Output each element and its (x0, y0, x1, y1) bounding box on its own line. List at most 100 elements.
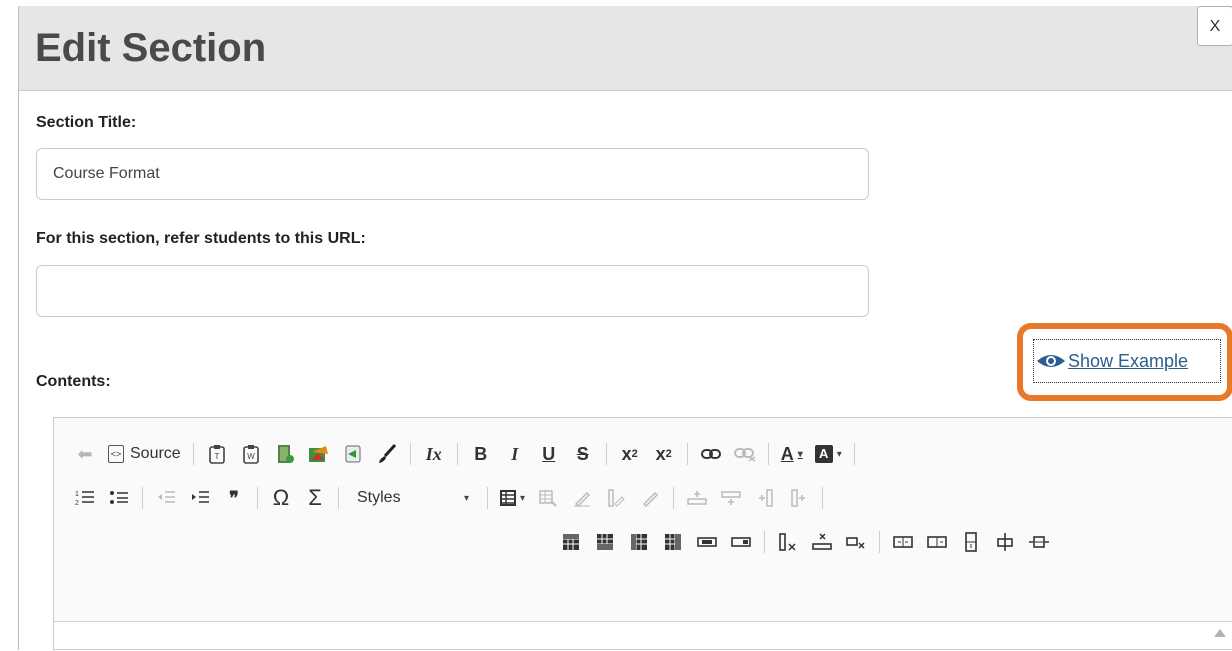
column-edit-icon (608, 489, 625, 507)
merge-down-icon (927, 536, 947, 548)
insert-cell-icon (1029, 536, 1049, 548)
text-color-glyph: A (780, 443, 794, 464)
show-example-label: Show Example (1068, 350, 1189, 371)
insert-column-icon (791, 489, 806, 507)
section-title-input[interactable] (36, 148, 869, 200)
table-col-icon (631, 534, 647, 550)
rich-text-editor: ⬅ <> Source T W Ix B I U S x 2 x 2 A ▾ A… (53, 417, 1232, 650)
chevron-down-icon: ▾ (797, 448, 803, 460)
underline-button[interactable]: U (536, 440, 562, 468)
delete-cell-icon (846, 537, 865, 549)
paste-word-button[interactable]: W (238, 440, 264, 468)
special-character-button[interactable]: Ω (268, 484, 294, 512)
insert-column-after-button[interactable] (786, 484, 812, 512)
insert-image-button[interactable] (306, 440, 332, 468)
italic-button[interactable]: I (502, 440, 528, 468)
eye-icon (1037, 355, 1065, 367)
split-vertical-button[interactable] (958, 528, 984, 556)
merge-cells-button[interactable] (694, 528, 720, 556)
toolbar-separator (142, 487, 143, 509)
delete-row-button[interactable] (809, 528, 835, 556)
superscript-mark: 2 (665, 448, 672, 460)
styles-label: Styles (357, 489, 401, 506)
insert-row-before-button[interactable] (684, 484, 710, 512)
contents-label: Contents: (36, 373, 111, 390)
superscript-glyph: x (655, 443, 666, 464)
unlink-icon (733, 448, 756, 462)
table-button[interactable]: ▾ (498, 484, 527, 512)
scroll-up-arrow-icon[interactable] (1214, 629, 1226, 637)
table-row-icon (597, 534, 613, 550)
dialog-header: Edit Section X (19, 6, 1232, 91)
show-example-link[interactable]: Show Example (1033, 339, 1221, 383)
table-row-icon (563, 534, 579, 550)
editor-toolbar: ⬅ <> Source T W Ix B I U S x 2 x 2 A ▾ A… (54, 418, 1232, 622)
split-horizontal-icon (997, 533, 1013, 551)
insert-row-below-button[interactable] (592, 528, 618, 556)
source-icon: <> (108, 445, 124, 463)
media-icon (277, 445, 294, 463)
bulleted-list-button[interactable] (106, 484, 132, 512)
chevron-down-icon: ▾ (463, 492, 469, 504)
toolbar-separator (456, 443, 458, 465)
chevron-down-icon: ▾ (520, 492, 526, 504)
unlink-button[interactable] (732, 440, 758, 468)
split-cells-button[interactable] (728, 528, 754, 556)
link-icon (700, 449, 721, 459)
insert-row-after-button[interactable] (718, 484, 744, 512)
background-color-button[interactable]: A ▾ (813, 440, 844, 468)
undo-button[interactable]: ⬅ (72, 440, 98, 468)
text-color-button[interactable]: A ▾ (779, 440, 805, 468)
cell-properties-button[interactable] (569, 484, 595, 512)
insert-row-above-button[interactable] (558, 528, 584, 556)
embed-button[interactable] (340, 440, 366, 468)
strikethrough-button[interactable]: S (570, 440, 596, 468)
blockquote-button[interactable]: ❞ (221, 484, 247, 512)
source-button[interactable]: <> Source (106, 440, 183, 468)
format-painter-button[interactable] (374, 440, 400, 468)
edit-section-dialog: Edit Section X Section Title: For this s… (18, 6, 1232, 650)
toolbar-row-2: 12 ❞ Ω Σ Styles ▾ ▾ (68, 482, 829, 514)
column-properties-button[interactable] (603, 484, 629, 512)
link-button[interactable] (698, 440, 724, 468)
table-properties-button[interactable] (535, 484, 561, 512)
toolbar-row-3 (554, 526, 1056, 558)
svg-text:1: 1 (75, 491, 79, 498)
subscript-button[interactable]: x2 (617, 440, 643, 468)
toolbar-separator (257, 487, 258, 509)
toolbar-separator (853, 443, 855, 465)
insert-col-right-button[interactable] (660, 528, 686, 556)
insert-cell-button[interactable] (1026, 528, 1052, 556)
numbered-list-button[interactable]: 12 (72, 484, 98, 512)
increase-indent-button[interactable] (187, 484, 213, 512)
url-input[interactable] (36, 265, 869, 317)
insert-row-icon (687, 491, 707, 505)
insert-row-icon (721, 491, 741, 505)
split-horizontal-button[interactable] (992, 528, 1018, 556)
table-icon (500, 490, 516, 506)
math-button[interactable]: Σ (302, 484, 328, 512)
delete-column-icon (779, 533, 796, 551)
superscript-button[interactable]: x2 (651, 440, 677, 468)
insert-col-left-button[interactable] (626, 528, 652, 556)
source-label: Source (130, 445, 181, 462)
bold-button[interactable]: B (468, 440, 494, 468)
split-cells-icon (731, 537, 751, 547)
styles-dropdown[interactable]: Styles ▾ (349, 484, 477, 512)
table-col-icon (665, 534, 681, 550)
paste-text-button[interactable]: T (204, 440, 230, 468)
svg-text:W: W (247, 452, 255, 461)
merge-right-button[interactable] (890, 528, 916, 556)
delete-cell-button[interactable] (843, 528, 869, 556)
clear-format-button[interactable]: Ix (421, 440, 447, 468)
delete-column-button[interactable] (775, 528, 801, 556)
insert-media-button[interactable] (272, 440, 298, 468)
toolbar-separator (605, 443, 607, 465)
image-icon (308, 446, 328, 462)
merge-down-button[interactable] (924, 528, 950, 556)
editor-content-area[interactable] (54, 621, 1232, 651)
insert-column-before-button[interactable] (752, 484, 778, 512)
row-properties-button[interactable] (637, 484, 663, 512)
close-button[interactable]: X (1197, 6, 1232, 46)
decrease-indent-button[interactable] (153, 484, 179, 512)
